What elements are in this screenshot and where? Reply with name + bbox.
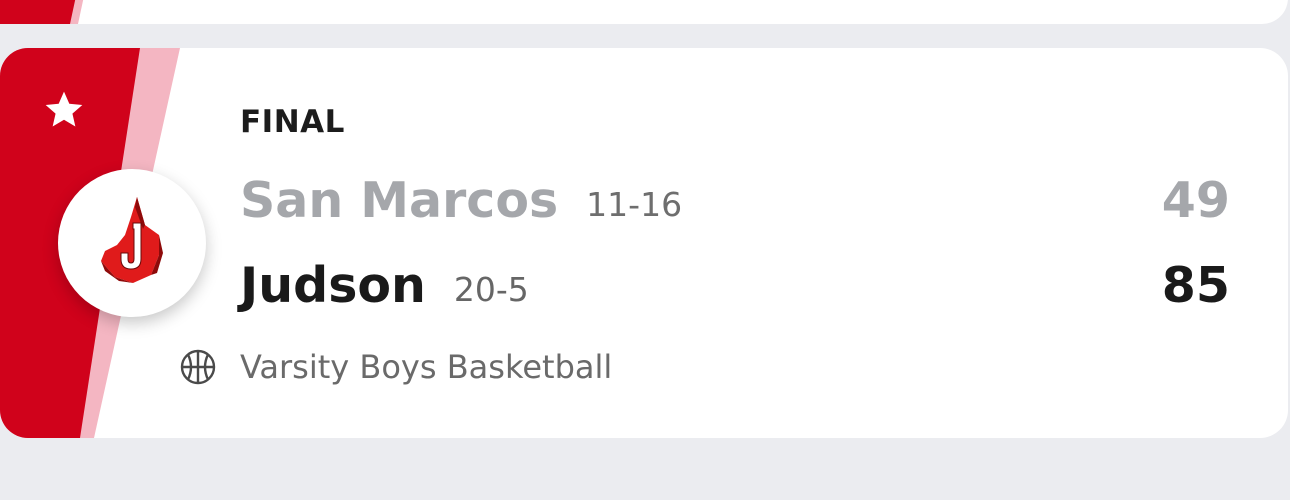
game-card[interactable]: FINAL San Marcos 11-16 49 Judson 20-5 85… <box>0 48 1288 438</box>
home-team-name: Judson <box>240 256 426 314</box>
previous-card-team-stripe <box>0 0 84 24</box>
away-team-record: 11-16 <box>586 184 683 224</box>
sport-info: Varsity Boys Basketball <box>180 346 612 388</box>
previous-game-card[interactable] <box>0 0 1288 24</box>
judson-j-logo-icon <box>101 197 163 283</box>
team-logo <box>58 169 206 317</box>
home-team-record: 20-5 <box>453 269 529 309</box>
away-team-score: 49 <box>1161 171 1230 229</box>
away-team-row[interactable]: San Marcos 11-16 49 <box>240 165 1230 235</box>
basketball-icon <box>180 349 216 385</box>
away-team-name: San Marcos <box>240 171 559 229</box>
home-team-score: 85 <box>1161 256 1230 314</box>
game-status: FINAL <box>240 104 345 140</box>
home-team-row[interactable]: Judson 20-5 85 <box>240 250 1230 320</box>
sport-label: Varsity Boys Basketball <box>240 348 613 386</box>
favorite-star-icon[interactable] <box>42 88 86 132</box>
